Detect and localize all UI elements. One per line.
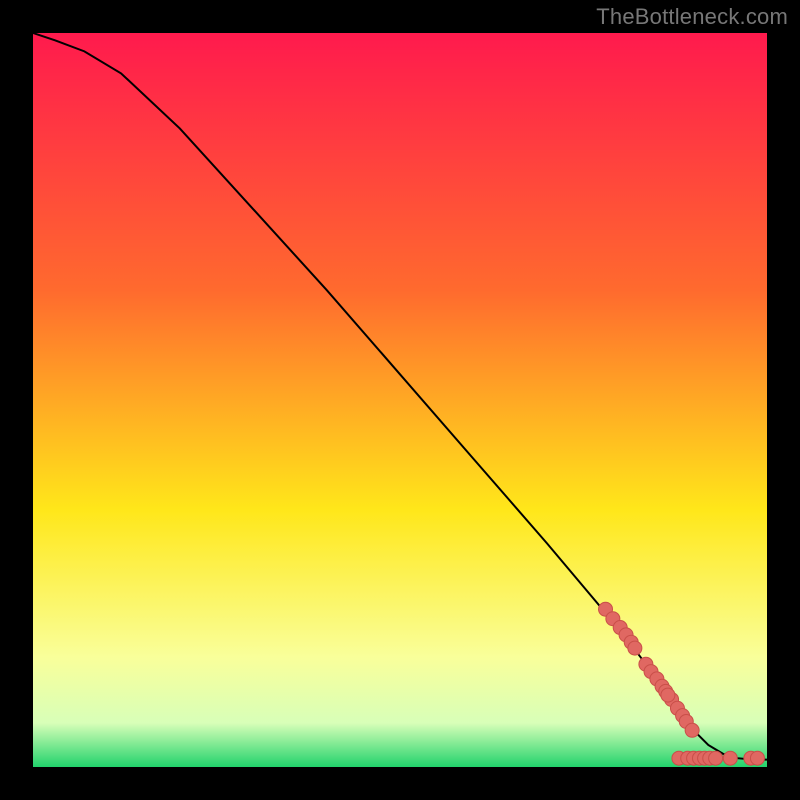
chart-svg (33, 33, 767, 767)
data-point (709, 751, 723, 765)
data-point (685, 723, 699, 737)
data-point (750, 751, 764, 765)
data-point (628, 641, 642, 655)
plot-area (33, 33, 767, 767)
data-point (723, 751, 737, 765)
watermark-text: TheBottleneck.com (596, 4, 788, 30)
chart-frame: TheBottleneck.com (0, 0, 800, 800)
data-point (661, 688, 675, 702)
gradient-background (33, 33, 767, 767)
